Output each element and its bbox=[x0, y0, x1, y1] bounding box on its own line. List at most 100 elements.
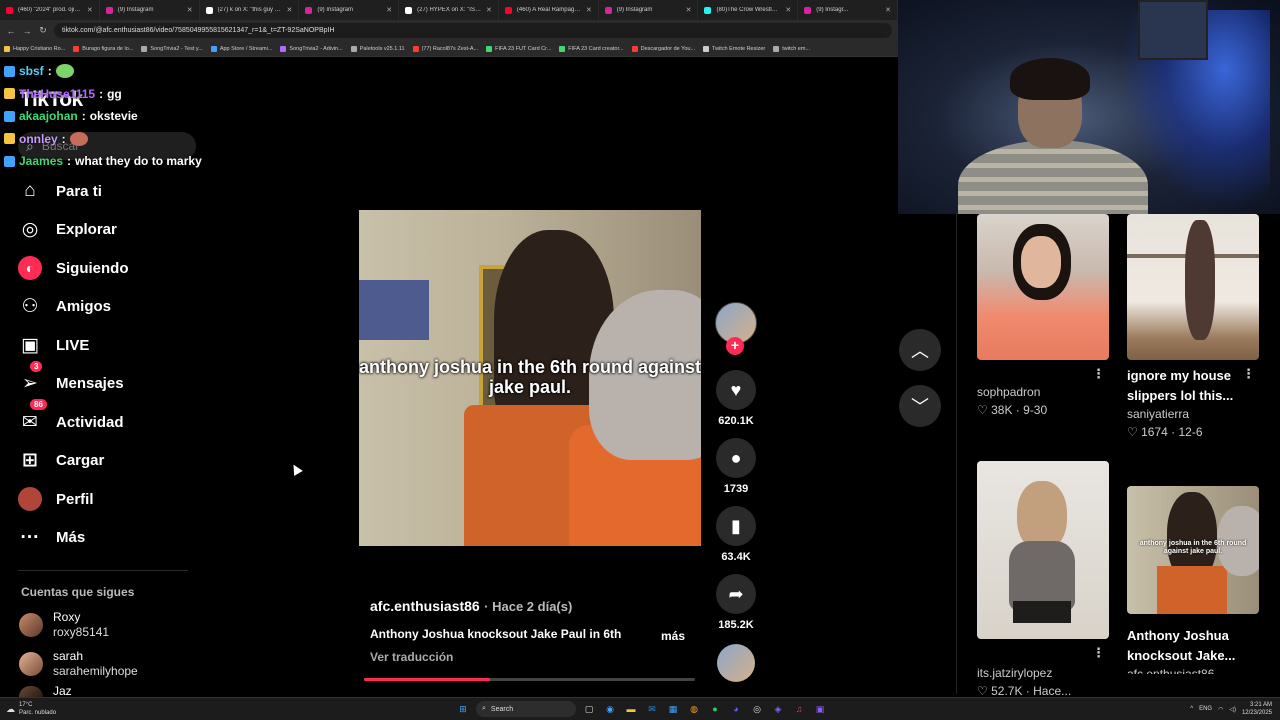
sidebar-item-explore[interactable]: ◎ Explorar bbox=[18, 211, 198, 250]
sidebar-item-label: Amigos bbox=[56, 298, 112, 316]
sidebar-item-activity[interactable]: ✉ 86 Actividad bbox=[18, 399, 198, 442]
recommended-card[interactable]: sophpadron ⋮ ♡ 38K · 9-30 bbox=[977, 214, 1109, 418]
more-options-icon[interactable]: ⋮ bbox=[1092, 645, 1105, 661]
bookmark-item[interactable]: Burago figura de lo... bbox=[73, 45, 133, 52]
close-icon[interactable]: ✕ bbox=[386, 6, 392, 14]
video-player[interactable]: anthony joshua in the 6th round against … bbox=[359, 210, 701, 546]
bookmark-item[interactable]: FIFA 23 FUT Card Cr... bbox=[486, 45, 551, 52]
back-icon[interactable]: ← bbox=[6, 26, 16, 36]
wifi-icon[interactable]: ◠ bbox=[1218, 706, 1223, 713]
close-icon[interactable]: ✕ bbox=[286, 6, 292, 14]
comment-button[interactable]: ● 1739 bbox=[714, 438, 758, 495]
chat-badge-icon bbox=[4, 65, 15, 77]
more-link[interactable]: más bbox=[661, 629, 685, 643]
obs-icon[interactable]: ◎ bbox=[749, 701, 765, 717]
sidebar-item-label: Perfil bbox=[56, 490, 94, 508]
video-date: · Hace 2 día(s) bbox=[484, 599, 573, 614]
previous-video-button[interactable]: ︿ bbox=[899, 329, 941, 371]
recommended-card[interactable]: its.jatzirylopez ⋮ ♡ 52.7K · Hace... bbox=[977, 461, 1109, 699]
heart-icon: ♥ bbox=[716, 370, 756, 410]
browser-tab[interactable]: (27) HYPEX on X: "ISHOW... ✕ bbox=[399, 0, 499, 20]
music-avatar[interactable] bbox=[717, 644, 755, 682]
bookmark-item[interactable]: (77) Racol87s Zest-A... bbox=[412, 45, 478, 52]
bookmark-item[interactable]: twitch em... bbox=[773, 45, 810, 52]
sidebar-item-more[interactable]: ··· Más bbox=[18, 519, 198, 558]
heart-icon: ♡ bbox=[977, 403, 988, 417]
more-options-icon[interactable]: ⋮ bbox=[1092, 366, 1105, 382]
bookmark-item[interactable]: Twitch Emote Resizer bbox=[703, 45, 766, 52]
close-icon[interactable]: ✕ bbox=[785, 6, 791, 14]
weather-desc: Parc. nublado bbox=[19, 710, 57, 716]
app-icon[interactable]: ◈ bbox=[770, 701, 786, 717]
chat-message: akaajohan: okstevie bbox=[4, 105, 244, 128]
like-button[interactable]: ♥ 620.1K bbox=[714, 370, 758, 427]
close-icon[interactable]: ✕ bbox=[885, 6, 891, 14]
windows-start-icon[interactable]: ⊞ bbox=[455, 701, 471, 717]
browser-tab[interactable]: (9) Instagram ✕ bbox=[299, 0, 400, 20]
save-button[interactable]: ▮ 63.4K bbox=[714, 506, 758, 563]
task-view-icon[interactable]: ▢ bbox=[581, 701, 597, 717]
close-icon[interactable]: ✕ bbox=[187, 6, 193, 14]
file-explorer-icon[interactable]: ▬ bbox=[623, 701, 639, 717]
sidebar-item-messages[interactable]: ➢ 3 Mensajes bbox=[18, 360, 198, 404]
browser-tab[interactable]: (460) "2024" prod. ojivolta... ✕ bbox=[0, 0, 100, 20]
url-field[interactable]: tiktok.com/@afc.enthusiast86/video/75850… bbox=[54, 23, 892, 38]
translate-link[interactable]: Ver traducción bbox=[370, 650, 700, 664]
volume-icon[interactable]: ◁) bbox=[1229, 706, 1236, 713]
bookmark-favicon-icon bbox=[141, 45, 148, 52]
bookmark-item[interactable]: Descargador de You... bbox=[631, 45, 695, 52]
following-account[interactable]: Roxy roxy85141 bbox=[19, 610, 109, 640]
music-icon[interactable]: ♫ bbox=[791, 701, 807, 717]
browser-tab[interactable]: (9) Instagram ✕ bbox=[100, 0, 200, 20]
chevron-up-icon[interactable]: ^ bbox=[1190, 706, 1193, 712]
browser-tab[interactable]: (9) Instagr... ✕ bbox=[798, 0, 899, 20]
browser-tab[interactable]: (27) k on X: "this guy gon... ✕ bbox=[200, 0, 300, 20]
close-icon[interactable]: ✕ bbox=[486, 6, 492, 14]
weather-widget[interactable]: ☁ 17°C Parc. nublado bbox=[6, 701, 56, 717]
close-icon[interactable]: ✕ bbox=[686, 6, 692, 14]
video-progress-bar[interactable] bbox=[364, 678, 695, 681]
recommended-card[interactable]: ignore my house slippers lol this... san… bbox=[1127, 214, 1259, 440]
chat-text: what they do to marky bbox=[75, 154, 202, 169]
browser-tab[interactable]: (80)The Crow Wrestler S... ✕ bbox=[698, 0, 799, 20]
spotify-icon[interactable]: ● bbox=[707, 701, 723, 717]
bookmark-item[interactable]: Paletools v25.1.11 bbox=[350, 45, 405, 52]
explore-icon: ◎ bbox=[21, 219, 39, 241]
bookmark-item[interactable]: App Store / Streami... bbox=[210, 45, 272, 52]
clock[interactable]: 3:21 AM 12/23/2025 bbox=[1242, 701, 1272, 717]
reload-icon[interactable]: ↻ bbox=[38, 25, 48, 36]
teams-icon[interactable]: ▣ bbox=[812, 701, 828, 717]
close-icon[interactable]: ✕ bbox=[87, 6, 93, 14]
following-account[interactable]: Jaz bbox=[19, 686, 72, 697]
card-date: 9-30 bbox=[1023, 403, 1048, 417]
follow-plus-icon[interactable]: + bbox=[726, 337, 744, 355]
sidebar-item-upload[interactable]: ⊞ Cargar bbox=[18, 442, 198, 481]
language-indicator[interactable]: ENG bbox=[1199, 706, 1212, 712]
bookmark-label: Twitch Emote Resizer bbox=[712, 45, 766, 52]
more-options-icon[interactable]: ⋮ bbox=[1242, 366, 1255, 382]
bookmark-item[interactable]: SongTrivia2 - Adivin... bbox=[280, 45, 343, 52]
next-video-button[interactable]: ﹀ bbox=[899, 385, 941, 427]
mail-icon[interactable]: ✉ bbox=[644, 701, 660, 717]
bookmark-item[interactable]: FIFA 23 Card creator... bbox=[559, 45, 624, 52]
bookmark-item[interactable]: Happy Cristiano Ro... bbox=[4, 45, 65, 52]
taskbar-search[interactable]: ⌕ Search bbox=[476, 701, 576, 717]
sidebar-item-following[interactable]: ◐ Siguiendo bbox=[18, 249, 198, 288]
recommended-card[interactable]: anthony joshua in the 6th round against … bbox=[1127, 486, 1259, 674]
store-icon[interactable]: ▦ bbox=[665, 701, 681, 717]
sidebar-item-friends[interactable]: ⚇ Amigos bbox=[18, 288, 198, 327]
chrome-icon[interactable]: ◍ bbox=[686, 701, 702, 717]
forward-icon[interactable]: → bbox=[22, 26, 32, 36]
discord-icon[interactable]: ◕ bbox=[728, 701, 744, 717]
browser-tab[interactable]: (9) Instagram ✕ bbox=[599, 0, 699, 20]
sidebar-item-home[interactable]: ⌂ Para ti bbox=[18, 172, 198, 211]
sidebar-item-live[interactable]: ▣ LIVE bbox=[18, 326, 198, 365]
share-button[interactable]: ➦ 185.2K bbox=[714, 574, 758, 631]
close-icon[interactable]: ✕ bbox=[586, 6, 592, 14]
video-author[interactable]: afc.enthusiast86 bbox=[370, 598, 480, 614]
edge-icon[interactable]: ◉ bbox=[602, 701, 618, 717]
following-account[interactable]: sarah sarahemilyhope bbox=[19, 649, 138, 679]
browser-tab[interactable]: (460) A Real Rampage Ja... ✕ bbox=[499, 0, 599, 20]
bookmark-item[interactable]: SongTrivia2 - Test y... bbox=[141, 45, 203, 52]
sidebar-item-profile[interactable]: ● Perfil bbox=[18, 480, 198, 519]
